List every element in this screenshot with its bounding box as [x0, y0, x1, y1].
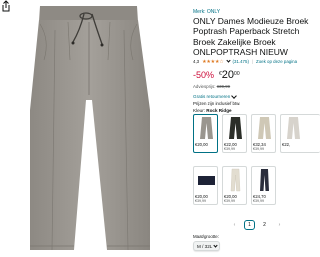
color-value: Rock Ridge [206, 108, 232, 113]
swatch-trousers-image [230, 168, 241, 192]
title-line: Broek Zakelijke Broek [193, 36, 276, 47]
swatch-trousers-image [258, 117, 271, 139]
star-rating-icon[interactable]: ★★★★☆ [202, 59, 224, 65]
price-fraction: 00 [234, 71, 240, 77]
color-swatch[interactable]: €20,00 €39,99 [222, 166, 247, 205]
color-swatch[interactable]: €24,70 €39,99 [251, 166, 276, 205]
swatch-trousers-image [200, 117, 213, 139]
size-dropdown[interactable]: M / 32L [193, 241, 220, 251]
color-swatch[interactable]: €32,34 €39,99 [251, 114, 276, 153]
color-swatch[interactable]: €22, [280, 114, 320, 153]
color-swatch[interactable]: €22,00 €39,99 [222, 114, 247, 153]
free-returns-link[interactable]: Gratis retourneren [193, 92, 238, 99]
price-row: -50% € 20 00 [193, 70, 240, 81]
discount-percent: -50% [193, 70, 215, 80]
swatch-list-price: €39,99 [253, 147, 264, 151]
swatch-trousers-image [198, 176, 215, 185]
swatch-list-price: €39,99 [224, 147, 235, 151]
title-line: Poptrash Paperback Stretch [193, 26, 300, 37]
rating-value: 4,3 [193, 59, 200, 64]
chevron-down-icon[interactable] [225, 58, 231, 63]
swatch-list-price: €39,99 [253, 199, 264, 203]
page-button-2[interactable]: 2 [259, 220, 270, 230]
chevron-down-icon [231, 92, 238, 99]
swatch-trousers-image [287, 117, 300, 139]
list-price-label: Adviesprijs: [193, 84, 216, 89]
share-icon[interactable] [0, 0, 12, 12]
swatch-trousers-image [260, 169, 269, 191]
trousers-image [30, 6, 150, 251]
page-button-1[interactable]: 1 [244, 220, 255, 230]
color-selection: Kleur: Rock Ridge [193, 108, 232, 113]
product-details: Merk: ONLY ONLY Dames Modieuze Broek Pop… [193, 0, 320, 257]
title-line: ONLY Dames Modieuze Broek [193, 16, 309, 26]
search-page-link[interactable]: Zoek op deze pagina [256, 59, 297, 64]
brand-link[interactable]: Merk: ONLY [193, 9, 220, 15]
divider: | [251, 59, 254, 64]
rating-row: 4,3 ★★★★☆ (31.475) | Zoek op deze pagina [193, 58, 297, 65]
list-price: Adviesprijs: €39,99 [193, 84, 230, 89]
product-title: ONLY Dames Modieuze Broek Poptrash Paper… [193, 16, 320, 58]
product-main-image[interactable] [0, 0, 176, 257]
color-label: Kleur: [193, 108, 206, 113]
color-swatch[interactable]: €20,00 [193, 114, 218, 153]
swatch-trousers-image [229, 117, 242, 139]
size-value: M / 32L [197, 243, 213, 249]
vat-note: Prijzen zijn inclusief btw. [193, 101, 241, 106]
swatch-price: €20,00 [195, 142, 208, 147]
swatch-price: €22, [282, 142, 291, 147]
size-label: Maat/grootte: [193, 234, 219, 239]
swatch-list-price: €39,99 [195, 199, 206, 203]
chevron-down-icon [213, 243, 218, 248]
list-price-value: €39,99 [216, 84, 231, 89]
title-line: ONLPOPTRASH NIEUW [193, 47, 288, 58]
price: € 20 00 [219, 70, 240, 81]
swatch-list-price: €39,99 [224, 199, 235, 203]
next-page-button[interactable]: › [274, 220, 285, 230]
price-whole: 20 [221, 69, 235, 81]
rating-count-link[interactable]: (31.475) [233, 59, 249, 64]
free-returns-label: Gratis retourneren [193, 94, 231, 99]
color-swatch[interactable]: €20,00 €39,99 [193, 166, 218, 205]
previous-page-button[interactable]: ‹ [229, 220, 240, 230]
swatch-pagination: ‹ 1 2 › [229, 219, 285, 230]
